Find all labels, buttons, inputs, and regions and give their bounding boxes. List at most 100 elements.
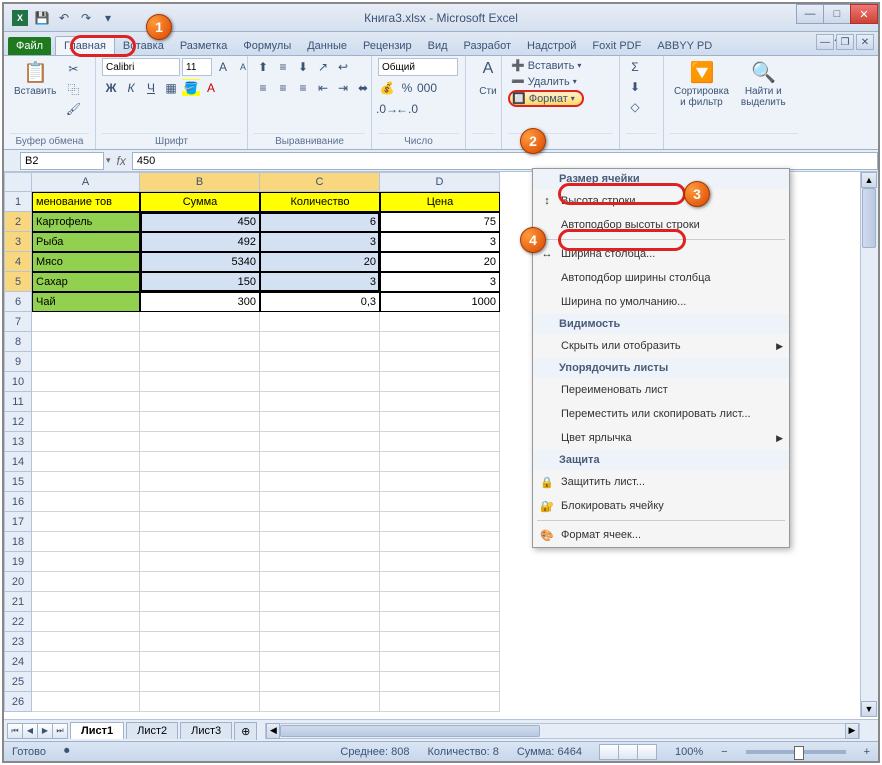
tab-abbyy[interactable]: ABBYY PD — [649, 37, 720, 55]
row-header-12[interactable]: 12 — [4, 412, 32, 432]
row-header-5[interactable]: 5 — [4, 272, 32, 292]
cell[interactable] — [32, 452, 140, 472]
macro-record-icon[interactable]: ⏺ — [64, 745, 70, 758]
font-size-select[interactable]: 11 — [182, 58, 212, 76]
cell[interactable] — [380, 692, 500, 712]
row-header-18[interactable]: 18 — [4, 532, 32, 552]
paste-button[interactable]: 📋 Вставить — [10, 58, 60, 99]
col-header-A[interactable]: A — [32, 172, 140, 192]
cell[interactable] — [32, 632, 140, 652]
cell[interactable] — [260, 352, 380, 372]
cell[interactable] — [260, 592, 380, 612]
row-header-4[interactable]: 4 — [4, 252, 32, 272]
scroll-left-icon[interactable]: ◀ — [266, 723, 280, 739]
row-header-19[interactable]: 19 — [4, 552, 32, 572]
close-button[interactable]: ✕ — [850, 4, 878, 24]
cell[interactable] — [260, 532, 380, 552]
cell[interactable]: 1000 — [380, 292, 500, 312]
zoom-level[interactable]: 100% — [675, 746, 703, 758]
tab-view[interactable]: Вид — [420, 37, 456, 55]
row-header-22[interactable]: 22 — [4, 612, 32, 632]
font-color-icon[interactable]: A — [202, 79, 220, 97]
cell[interactable] — [140, 512, 260, 532]
cell[interactable]: 450 — [140, 212, 260, 232]
mdi-close-button[interactable]: ✕ — [856, 34, 874, 50]
cell[interactable] — [140, 532, 260, 552]
cell[interactable] — [380, 572, 500, 592]
cell[interactable] — [32, 412, 140, 432]
cell[interactable] — [380, 592, 500, 612]
cell[interactable] — [140, 412, 260, 432]
decrease-indent-icon[interactable]: ⇤ — [314, 79, 332, 97]
cell[interactable] — [260, 372, 380, 392]
cell[interactable]: 20 — [260, 252, 380, 272]
cell[interactable] — [32, 692, 140, 712]
cell[interactable] — [260, 552, 380, 572]
cell[interactable] — [140, 492, 260, 512]
cell[interactable] — [260, 652, 380, 672]
cell[interactable] — [32, 532, 140, 552]
row-header-17[interactable]: 17 — [4, 512, 32, 532]
cell[interactable] — [380, 512, 500, 532]
percent-icon[interactable]: % — [398, 79, 416, 97]
sheet-tab-2[interactable]: Лист2 — [126, 722, 178, 739]
menu-move-copy[interactable]: Переместить или скопировать лист... — [533, 402, 789, 426]
row-header-1[interactable]: 1 — [4, 192, 32, 212]
cell[interactable] — [380, 672, 500, 692]
styles-button[interactable]: A Сти — [472, 58, 504, 99]
scroll-thumb[interactable] — [862, 188, 876, 248]
cell[interactable] — [32, 652, 140, 672]
row-header-9[interactable]: 9 — [4, 352, 32, 372]
row-header-6[interactable]: 6 — [4, 292, 32, 312]
cell[interactable] — [380, 412, 500, 432]
qat-customize-icon[interactable]: ▾ — [100, 10, 116, 26]
cell[interactable] — [380, 312, 500, 332]
tab-developer[interactable]: Разработ — [456, 37, 519, 55]
zoom-in-icon[interactable]: + — [864, 746, 870, 758]
cell[interactable] — [380, 352, 500, 372]
tab-data[interactable]: Данные — [299, 37, 355, 55]
menu-hide-unhide[interactable]: Скрыть или отобразить▶ — [533, 334, 789, 358]
row-header-11[interactable]: 11 — [4, 392, 32, 412]
merge-icon[interactable]: ⬌ — [354, 79, 372, 97]
align-right-icon[interactable]: ≡ — [294, 79, 312, 97]
cell[interactable] — [140, 432, 260, 452]
name-box[interactable]: B2 — [20, 152, 104, 170]
hscroll-thumb[interactable] — [280, 725, 540, 737]
row-header-10[interactable]: 10 — [4, 372, 32, 392]
format-painter-icon[interactable]: 🖌 — [64, 100, 82, 118]
cell[interactable] — [260, 692, 380, 712]
view-page-break-icon[interactable] — [637, 744, 657, 760]
row-header-8[interactable]: 8 — [4, 332, 32, 352]
align-middle-icon[interactable]: ≡ — [274, 58, 292, 76]
menu-tab-color[interactable]: Цвет ярлычка▶ — [533, 426, 789, 450]
fill-icon[interactable]: ⬇ — [626, 78, 644, 96]
sheet-tab-3[interactable]: Лист3 — [180, 722, 232, 739]
cell[interactable]: Мясо — [32, 252, 140, 272]
row-header-13[interactable]: 13 — [4, 432, 32, 452]
row-header-20[interactable]: 20 — [4, 572, 32, 592]
row-header-24[interactable]: 24 — [4, 652, 32, 672]
cell[interactable]: менование тов — [32, 192, 140, 212]
select-all-corner[interactable] — [4, 172, 32, 192]
menu-autofit-col[interactable]: Автоподбор ширины столбца — [533, 266, 789, 290]
cell[interactable] — [380, 492, 500, 512]
sheet-tab-1[interactable]: Лист1 — [70, 722, 124, 739]
cell[interactable]: 300 — [140, 292, 260, 312]
cell[interactable]: 0,3 — [260, 292, 380, 312]
cell[interactable] — [140, 392, 260, 412]
cell[interactable] — [380, 372, 500, 392]
increase-decimal-icon[interactable]: .0→ — [378, 100, 396, 118]
row-header-2[interactable]: 2 — [4, 212, 32, 232]
cell[interactable] — [32, 432, 140, 452]
delete-cells-button[interactable]: ➖Удалить▾ — [508, 74, 584, 89]
cell[interactable] — [260, 492, 380, 512]
sort-filter-button[interactable]: 🔽 Сортировка и фильтр — [670, 58, 733, 110]
cell[interactable] — [140, 552, 260, 572]
cell[interactable] — [32, 612, 140, 632]
fill-color-icon[interactable]: 🪣 — [182, 79, 200, 97]
grow-font-icon[interactable]: A — [214, 58, 232, 76]
fx-icon[interactable]: fx — [117, 154, 126, 168]
cell[interactable]: Сумма — [140, 192, 260, 212]
cell[interactable] — [32, 552, 140, 572]
